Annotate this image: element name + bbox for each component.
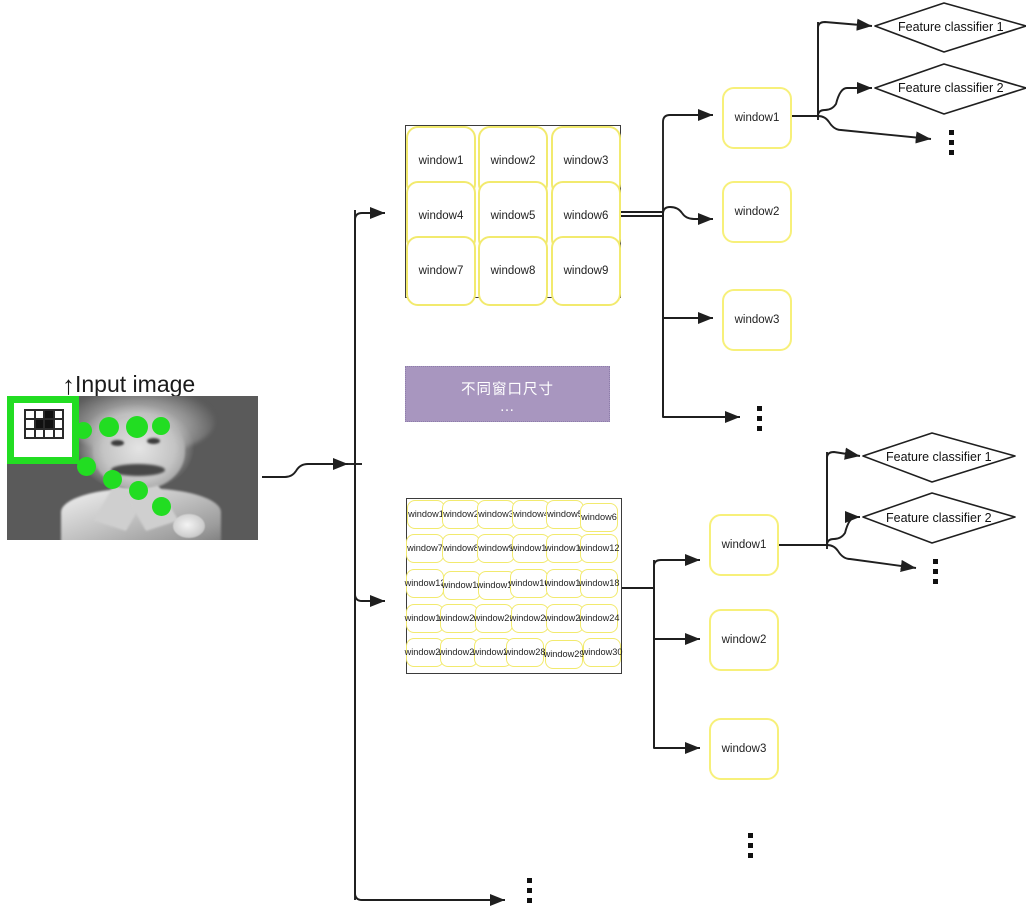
landmark-dot: [152, 417, 170, 435]
patch-cell: [34, 410, 44, 420]
branch-bottom-window-3[interactable]: window3: [709, 718, 779, 780]
window-cell[interactable]: window21: [474, 604, 514, 633]
window-cell[interactable]: window9: [551, 236, 621, 306]
patch-cell: [53, 419, 63, 429]
patch-cell: [34, 428, 44, 438]
patch-cell: [34, 419, 44, 429]
classifier-bottom-2[interactable]: Feature classifier 2: [886, 511, 992, 525]
window-cell[interactable]: window2: [442, 500, 480, 529]
photo-pocket: [173, 514, 205, 538]
patch-cell: [25, 410, 35, 420]
window-cell[interactable]: window16: [509, 569, 549, 598]
patch-cell: [53, 410, 63, 420]
landmark-dot: [77, 457, 96, 476]
window-cell[interactable]: window20: [439, 604, 479, 633]
patch-cell: [53, 428, 63, 438]
input-image-label: ↑Input image: [62, 368, 196, 400]
window-cell[interactable]: window8: [478, 236, 548, 306]
landmark-dot: [99, 417, 119, 437]
patch-cell: [25, 428, 35, 438]
input-image-label-text: Input image: [75, 371, 196, 397]
scales-more-indicator: [527, 878, 532, 903]
classifier-bottom-more-indicator: [933, 559, 938, 584]
diagram-canvas: ↑Input image window1 window2 window3 win…: [0, 0, 1026, 921]
classifier-top-2[interactable]: Feature classifier 2: [898, 81, 1004, 95]
branch-top-window-1[interactable]: window1: [722, 87, 792, 149]
window-cell[interactable]: window3: [477, 500, 515, 529]
classifier-top-more-indicator: [949, 130, 954, 155]
landmark-dot: [152, 497, 171, 516]
window-cell[interactable]: window5: [546, 500, 584, 529]
photo-eye-left: [111, 440, 124, 446]
window-cell[interactable]: window30: [582, 638, 622, 667]
branch-top-window-2[interactable]: window2: [722, 181, 792, 243]
patch-cell: [44, 428, 54, 438]
grid-patch-icon: [24, 409, 64, 439]
landmark-dot: [126, 416, 148, 438]
window-cell[interactable]: window8: [442, 534, 480, 563]
window-cell[interactable]: window28: [505, 638, 545, 667]
branch-top-window-3[interactable]: window3: [722, 289, 792, 351]
branch-top-more-indicator: [757, 406, 762, 431]
window-cell[interactable]: window22: [510, 604, 550, 633]
scale-note: 不同窗口尺寸 …: [405, 366, 610, 422]
landmark-dot: [129, 481, 148, 500]
window-cell[interactable]: window9: [477, 534, 515, 563]
zoom-patch-box: [7, 396, 79, 464]
window-cell[interactable]: window12: [579, 534, 619, 563]
window-cell[interactable]: window29: [544, 640, 584, 669]
window-cell[interactable]: window4: [512, 500, 550, 529]
window-cell[interactable]: window24: [579, 604, 619, 633]
window-cell[interactable]: window18: [579, 569, 619, 598]
branch-bottom-more-indicator: [748, 833, 753, 858]
patch-cell: [44, 410, 54, 420]
patch-cell: [44, 419, 54, 429]
branch-bottom-window-2[interactable]: window2: [709, 609, 779, 671]
window-cell[interactable]: window7: [406, 236, 476, 306]
photo-eye-right: [147, 438, 160, 444]
branch-bottom-window-1[interactable]: window1: [709, 514, 779, 576]
scale-note-line1: 不同窗口尺寸: [461, 381, 554, 398]
window-cell[interactable]: window6: [580, 503, 618, 532]
classifier-top-1[interactable]: Feature classifier 1: [898, 20, 1004, 34]
landmark-dot: [103, 470, 122, 489]
window-cell[interactable]: window14: [442, 571, 482, 600]
window-cell[interactable]: window13: [405, 569, 445, 598]
scale-note-line2: …: [499, 397, 516, 415]
patch-cell: [25, 419, 35, 429]
window-cell[interactable]: window1: [407, 500, 445, 529]
classifier-bottom-1[interactable]: Feature classifier 1: [886, 450, 992, 464]
window-cell[interactable]: window7: [406, 534, 444, 563]
